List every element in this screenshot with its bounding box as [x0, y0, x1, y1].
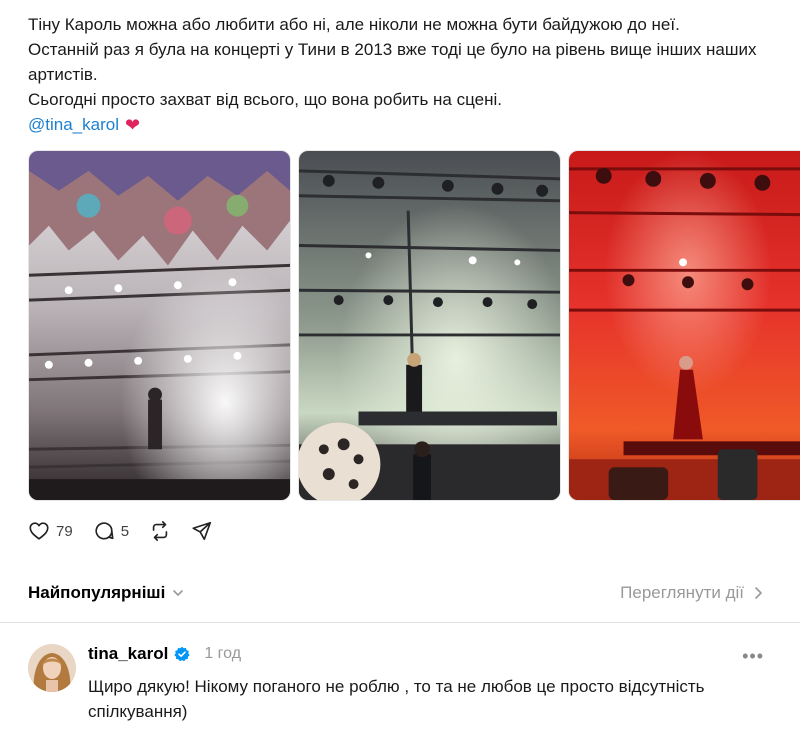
concert-photo-3[interactable] — [568, 150, 800, 501]
share-icon — [192, 521, 212, 541]
repost-icon — [152, 521, 168, 541]
view-activity-label: Переглянути дії — [620, 583, 744, 602]
sort-label: Найпопулярніші — [28, 583, 166, 602]
heart-emoji: ❤ — [124, 114, 141, 135]
post-actions: 79 5 — [28, 517, 233, 545]
concert-photo-1[interactable] — [28, 150, 291, 501]
post-line-1: Тіну Кароль можна або любити або ні, але… — [28, 15, 680, 34]
comment-icon — [95, 522, 114, 540]
reply-text: Щиро дякую! Нікому поганого не роблю , т… — [88, 677, 705, 721]
like-count: 79 — [56, 522, 73, 540]
more-options-icon[interactable]: ••• — [742, 646, 764, 667]
mention-line: @tina_karol ❤ — [28, 112, 788, 137]
replies-sort-bar: Найпопулярніші Переглянути дії — [0, 572, 800, 614]
reply-header: tina_karol 1 год — [88, 644, 241, 664]
repost-button[interactable] — [149, 520, 171, 542]
avatar[interactable] — [28, 644, 76, 692]
sort-dropdown[interactable]: Найпопулярніші — [28, 583, 185, 603]
reply-count: 5 — [120, 522, 130, 540]
heart-icon — [29, 522, 49, 540]
verified-icon — [174, 646, 190, 662]
share-button[interactable] — [191, 520, 213, 542]
reply-button[interactable]: 5 — [93, 520, 129, 542]
post-line-2: Останній раз я була на концерті у Тини в… — [28, 40, 757, 84]
view-activity-link[interactable]: Переглянути дії — [620, 583, 764, 603]
post-text: Тіну Кароль можна або любити або ні, але… — [28, 12, 788, 137]
divider — [0, 622, 800, 623]
username[interactable]: tina_karol — [88, 644, 168, 664]
concert-photo-2[interactable] — [298, 150, 561, 501]
post-line-3: Сьогодні просто захват від всього, що во… — [28, 90, 502, 109]
mention-link[interactable]: @tina_karol — [28, 112, 119, 137]
chevron-right-icon — [755, 587, 762, 599]
like-button[interactable]: 79 — [28, 520, 73, 542]
photo-gallery[interactable] — [28, 150, 800, 502]
chevron-down-icon — [173, 590, 184, 596]
reply-time: 1 год — [204, 645, 242, 662]
